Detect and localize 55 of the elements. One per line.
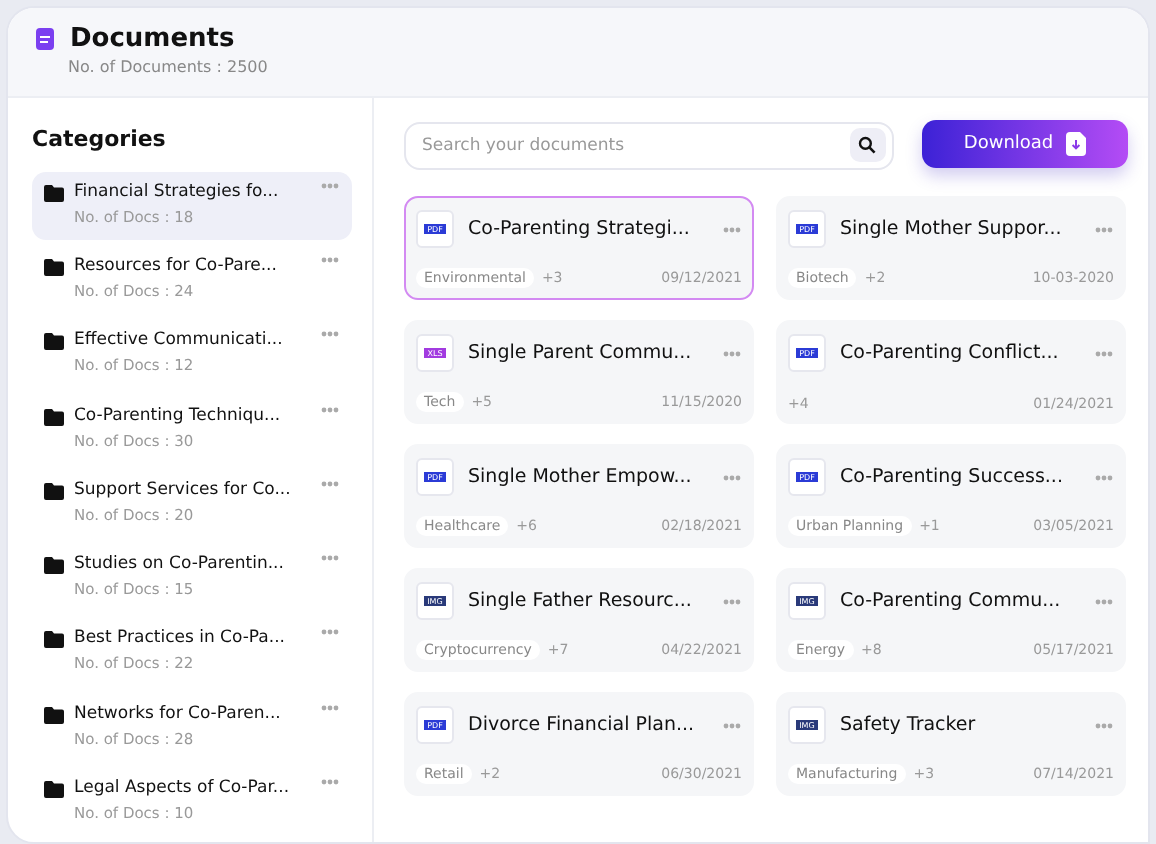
category-name: Resources for Co-Pare... [74,256,279,277]
page-title: Documents [70,24,235,54]
download-button[interactable]: Download [921,120,1128,168]
document-title: Single Father Resourc... [468,590,694,612]
sidebar-title: Categories [32,126,168,152]
document-title: Co-Parenting Success... [840,466,1065,488]
folder-icon [44,705,64,724]
document-icon [36,28,54,50]
category-name: Support Services for Co... [74,479,293,500]
document-title: Single Mother Suppor... [840,218,1064,240]
category-name: Best Practices in Co-Pa... [74,628,287,649]
download-file-icon [1065,132,1086,156]
document-count: No. of Documents : 2500 [68,58,270,76]
more-icon[interactable] [320,554,340,563]
more-icon[interactable] [1094,349,1114,357]
document-title: Co-Parenting Strategi... [468,218,692,240]
document-title: Single Parent Commu... [468,342,694,364]
more-icon[interactable] [722,721,742,729]
more-icon[interactable] [320,330,340,339]
search-field[interactable]: Search your documents [404,122,894,170]
more-icon[interactable] [1094,597,1114,605]
more-icon[interactable] [320,777,340,786]
category-name: Studies on Co-Parentin... [74,554,286,575]
more-icon[interactable] [320,703,340,712]
folder-icon [44,779,64,798]
document-title: Safety Tracker [840,714,978,736]
category-name: Co-Parenting Techniqu... [74,405,283,426]
document-title: Divorce Financial Plan... [468,714,697,736]
folder-icon [44,630,64,649]
more-icon[interactable] [722,597,742,605]
folder-icon [44,258,64,277]
more-icon[interactable] [722,225,742,233]
folder-icon [44,556,64,575]
more-icon[interactable] [1094,721,1114,729]
category-name: Legal Aspects of Co-Par... [74,777,292,798]
category-name: Financial Strategies fo... [74,182,281,202]
document-title: Co-Parenting Conflict... [840,342,1061,364]
more-icon[interactable] [722,473,742,481]
document-title: Co-Parenting Commu... [840,590,1063,612]
more-icon[interactable] [320,256,340,265]
more-icon[interactable] [320,628,340,637]
folder-icon [44,332,64,351]
more-icon[interactable] [1094,473,1114,481]
more-icon[interactable] [320,405,340,414]
search-icon [858,135,877,153]
more-icon[interactable] [1094,225,1114,233]
category-name: Effective Communicati... [74,330,285,351]
folder-icon [44,481,64,500]
more-icon[interactable] [722,349,742,357]
folder-icon [44,184,64,202]
more-icon[interactable] [320,479,340,488]
more-icon[interactable] [320,182,340,190]
folder-icon [44,407,64,426]
category-name: Networks for Co-Paren... [74,703,283,724]
document-title: Single Mother Empow... [468,466,694,488]
